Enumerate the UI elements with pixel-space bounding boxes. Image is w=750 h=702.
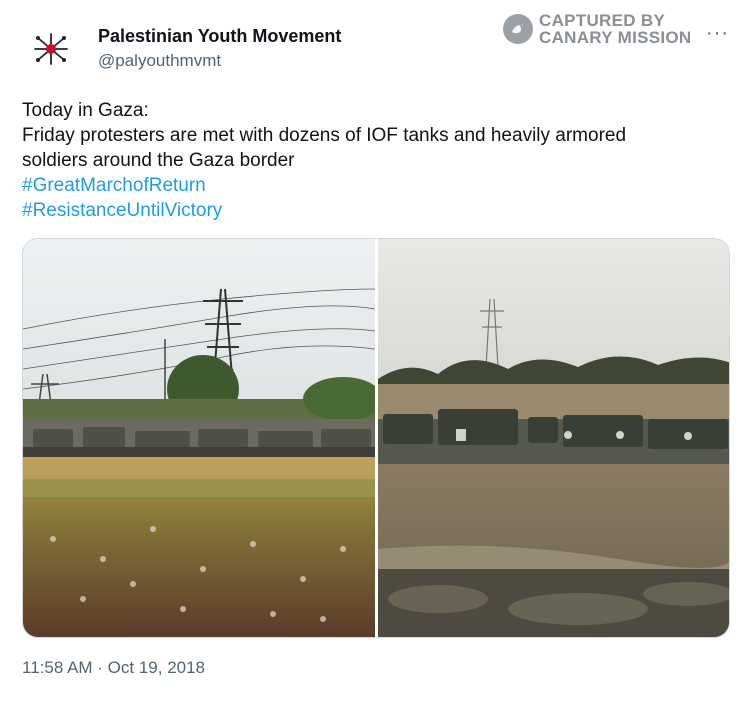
author-display-name[interactable]: Palestinian Youth Movement [98,25,341,47]
tweet-line-3: soldiers around the Gaza border [22,150,295,171]
more-options-icon[interactable]: ··· [706,22,729,45]
hashtag-resistance[interactable]: #ResistanceUntilVictory [22,198,732,223]
watermark-line-2: CANARY MISSION [539,28,692,47]
canary-mission-badge-icon [503,14,533,44]
field-with-tanks-photo[interactable] [23,239,375,637]
watermark-line-1: CAPTURED BY [539,11,666,30]
tweet-timestamp[interactable]: 11:58 AM · Oct 19, 2018 [22,657,205,679]
tweet-text: Today in Gaza: Friday protesters are met… [22,98,732,223]
capture-watermark: CAPTURED BY CANARY MISSION [503,12,692,46]
author-handle[interactable]: @palyouthmvmt [98,50,221,72]
watermark-text: CAPTURED BY CANARY MISSION [539,12,692,46]
pym-logo-icon [34,33,68,65]
avatar[interactable] [26,24,76,74]
tweet-line-2: Friday protesters are met with dozens of… [22,125,627,146]
tweet-card: Palestinian Youth Movement @palyouthmvmt… [0,0,750,702]
tweet-line-1: Today in Gaza: [22,100,149,121]
tanks-near-border-photo[interactable] [378,239,729,637]
tweet-media[interactable] [22,238,730,638]
hashtag-great-march[interactable]: #GreatMarchofReturn [22,173,732,198]
